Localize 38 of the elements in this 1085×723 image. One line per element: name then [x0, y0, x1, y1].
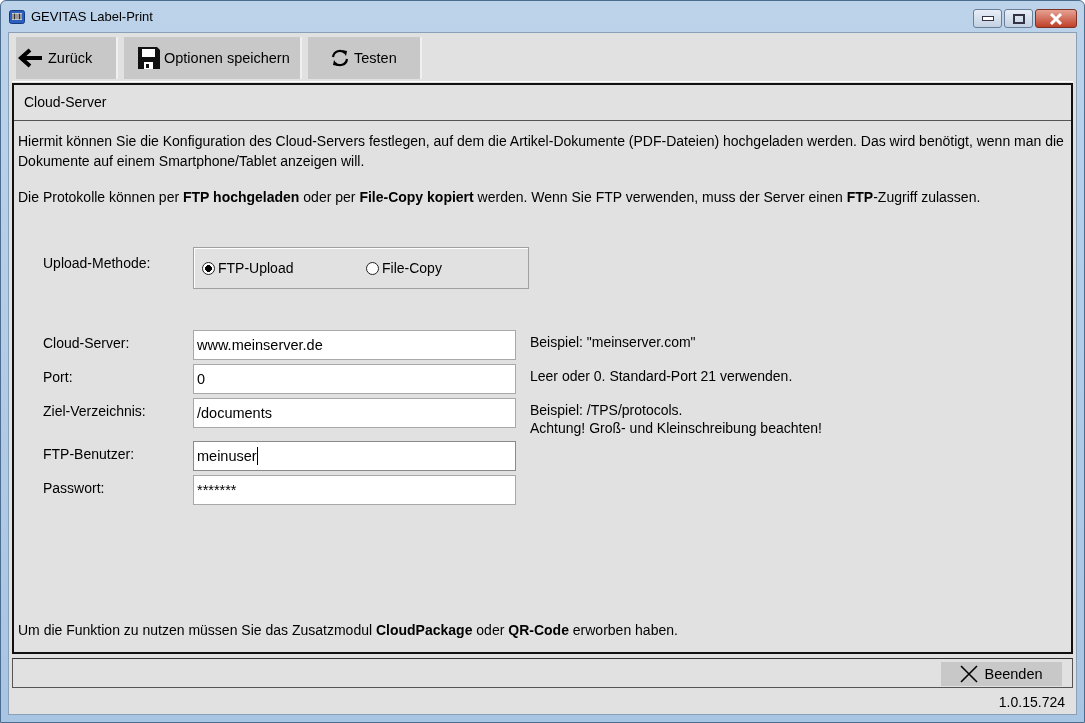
input-field[interactable]: ******* [193, 475, 516, 505]
input-field[interactable]: 0 [193, 364, 516, 394]
radio-option[interactable]: FTP-Upload [202, 260, 302, 276]
close-button[interactable] [1035, 9, 1077, 28]
license-note: Um die Funktion zu nutzen müssen Sie das Zusatzmodul CloudPackage oder QR-Code erworben haben. [18, 621, 679, 640]
hint-text: Leer oder 0. Standard-Port 21 verwenden. [530, 367, 793, 385]
minimize-icon [981, 15, 994, 22]
window-title: GEVITAS Label-Print [31, 9, 153, 24]
paragraph: Die Protokolle können per FTP hochgeladen oder per File-Copy kopiert werden. Wenn Sie FTP verwenden, muss der Server einen FTP-Zugriff zulassen. [18, 188, 982, 207]
hint-text: Beispiel: "meinserver.com" [530, 333, 696, 351]
radio-option[interactable]: File-Copy [366, 260, 466, 276]
input-field[interactable]: meinuser [193, 441, 516, 471]
version-label: 1.0.15.724 [998, 694, 1065, 712]
field-label: FTP-Benutzer: [42, 445, 136, 462]
close-icon [960, 665, 979, 683]
arrow-left-icon [18, 48, 44, 68]
input-field[interactable]: www.meinserver.de [193, 330, 516, 360]
barcode-icon [9, 9, 25, 24]
minimize-button[interactable] [973, 9, 1002, 28]
toolbar-button[interactable]: Testen [308, 37, 422, 79]
refresh-icon [330, 49, 350, 67]
input-field[interactable]: /documents [193, 398, 516, 428]
save-icon [138, 47, 160, 69]
field-label: Passwort: [42, 479, 106, 496]
field-label: Port: [42, 368, 74, 385]
hint-text: Beispiel: /TPS/protocols. [530, 401, 683, 419]
toolbar-button[interactable]: Optionen speichern [124, 37, 302, 79]
hint-text: Achtung! Groß- und Kleinschreibung beachten! [530, 419, 822, 437]
toolbar-button[interactable]: Zurück [16, 37, 118, 79]
paragraph: Hiermit können Sie die Konfiguration des Cloud-Servers festlegen, auf dem die Artikel-Dokumente (PDF-Dateien) hochgeladen werden. Das wird benötigt, wenn man die Dokumente auf einem Smartphone/Tablet anzeigen will. [18, 132, 1065, 171]
maximize-icon [1012, 13, 1025, 24]
maximize-button[interactable] [1004, 9, 1033, 28]
exit-button[interactable]: Beenden [941, 662, 1062, 686]
field-label: Ziel-Verzeichnis: [42, 402, 147, 419]
field-label: Cloud-Server: [42, 334, 131, 351]
panel-title: Cloud-Server [14, 85, 1071, 121]
field-label: Upload-Methode: [42, 254, 152, 271]
close-icon [1049, 12, 1063, 25]
